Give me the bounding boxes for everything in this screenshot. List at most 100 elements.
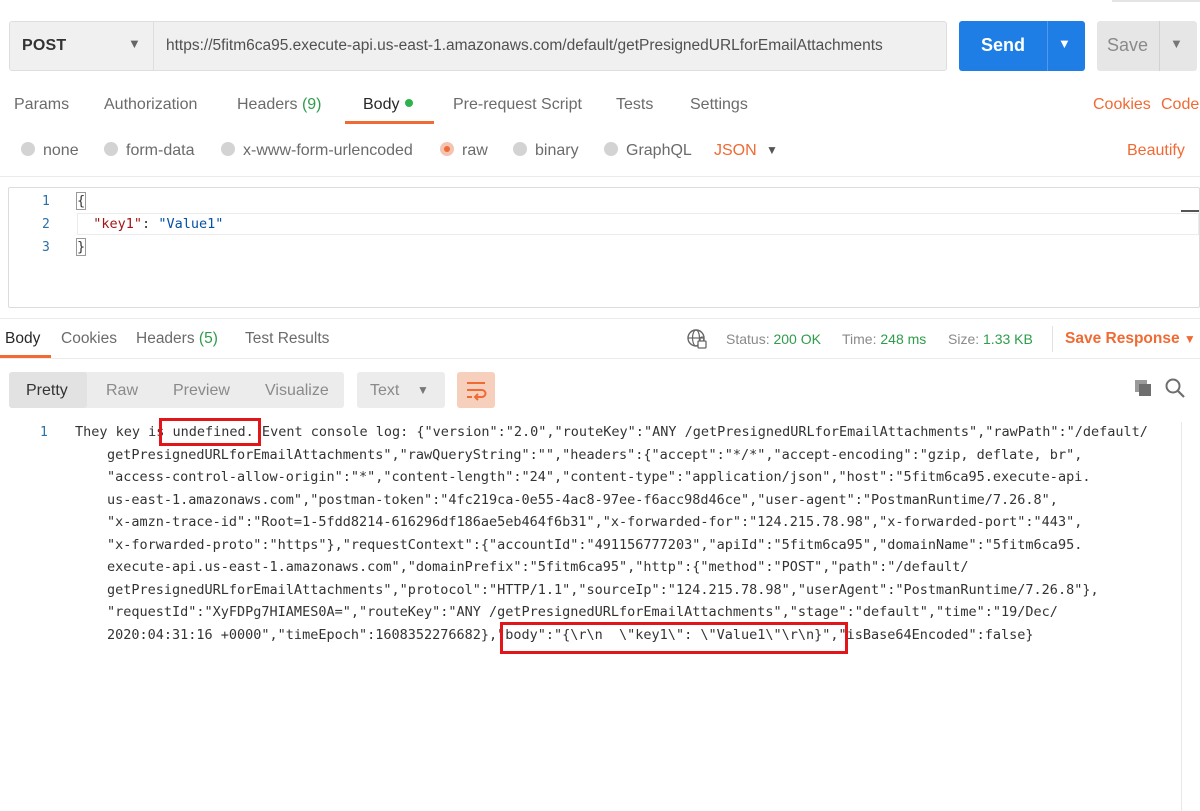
response-view-toggle: Pretty Raw Preview Visualize bbox=[9, 372, 344, 408]
radio-none[interactable]: none bbox=[21, 142, 79, 160]
search-icon[interactable] bbox=[1164, 377, 1186, 399]
tab-headers-label: Headers bbox=[237, 96, 298, 113]
method-select[interactable]: POST ▼ bbox=[10, 22, 154, 70]
radio-form-data-icon bbox=[104, 142, 118, 156]
request-body-editor[interactable]: 1 2 3 { "key1": "Value1" } bbox=[8, 187, 1200, 308]
active-tab-underline bbox=[345, 121, 434, 124]
response-text-line: execute-api.us-east-1.amazonaws.com","do… bbox=[107, 559, 969, 575]
save-response-button[interactable]: Save Response ▼ bbox=[1065, 330, 1196, 348]
time-readout: Time: 248 ms bbox=[842, 331, 926, 347]
response-text-line: getPresignedURLforEmailAttachments","pro… bbox=[107, 582, 1099, 598]
response-tab-headers-count: (5) bbox=[198, 330, 218, 347]
radio-urlencoded[interactable]: x-www-form-urlencoded bbox=[221, 142, 413, 160]
radio-binary-label: binary bbox=[535, 142, 579, 159]
tab-authorization[interactable]: Authorization bbox=[104, 96, 197, 114]
response-text-line: "requestId":"XyFDPg7HIAMES0A=","routeKey… bbox=[107, 604, 1058, 620]
radio-graphql-icon bbox=[604, 142, 618, 156]
copy-icon[interactable] bbox=[1133, 378, 1153, 398]
matched-brace: } bbox=[75, 238, 87, 256]
status-readout: Status: 200 OK bbox=[726, 331, 821, 347]
line-number: 3 bbox=[42, 240, 50, 255]
chevron-down-icon: ▼ bbox=[417, 383, 429, 397]
chevron-down-icon[interactable]: ▼ bbox=[766, 143, 778, 157]
radio-form-data[interactable]: form-data bbox=[104, 142, 194, 160]
divider bbox=[0, 318, 1200, 319]
beautify-link[interactable]: Beautify bbox=[1127, 142, 1185, 160]
code-link[interactable]: Code bbox=[1161, 96, 1199, 114]
tab-body[interactable]: Body bbox=[363, 96, 414, 114]
body-modified-dot-icon bbox=[405, 99, 414, 107]
tab-tests[interactable]: Tests bbox=[616, 96, 653, 114]
tab-settings[interactable]: Settings bbox=[690, 96, 748, 114]
size-value: 1.33 KB bbox=[983, 331, 1033, 347]
radio-binary-icon bbox=[513, 142, 527, 156]
status-value: 200 OK bbox=[773, 331, 821, 347]
send-button[interactable]: Send ▼ bbox=[959, 21, 1085, 71]
response-text-line: getPresignedURLforEmailAttachments","raw… bbox=[107, 447, 1083, 463]
radio-none-label: none bbox=[43, 142, 79, 159]
tab-params[interactable]: Params bbox=[14, 96, 69, 114]
code-line-3: } bbox=[75, 238, 87, 256]
annotation-highlight-undefined bbox=[159, 418, 261, 446]
time-value: 248 ms bbox=[880, 331, 927, 347]
tab-headers-count: (9) bbox=[301, 96, 322, 113]
line-number: 1 bbox=[40, 425, 48, 440]
cookies-link[interactable]: Cookies bbox=[1093, 96, 1151, 114]
divider bbox=[1052, 326, 1053, 352]
request-url-bar: POST ▼ https://5fitm6ca95.execute-api.us… bbox=[9, 21, 947, 71]
response-tab-body[interactable]: Body bbox=[5, 330, 40, 348]
save-button[interactable]: Save ▼ bbox=[1097, 21, 1197, 71]
method-label: POST bbox=[22, 37, 67, 54]
response-format-select[interactable]: Text ▼ bbox=[357, 372, 445, 408]
response-tab-cookies[interactable]: Cookies bbox=[61, 330, 117, 348]
save-response-label: Save Response bbox=[1065, 330, 1180, 347]
code-line-2: "key1": "Value1" bbox=[77, 216, 223, 232]
annotation-highlight-body bbox=[500, 622, 848, 654]
radio-urlencoded-label: x-www-form-urlencoded bbox=[243, 142, 413, 159]
send-dropdown-chevron-icon[interactable]: ▼ bbox=[1058, 36, 1071, 51]
radio-raw-label: raw bbox=[462, 142, 488, 159]
tab-body-label: Body bbox=[363, 96, 400, 113]
save-dropdown-chevron-icon[interactable]: ▼ bbox=[1170, 36, 1183, 51]
editor-scroll-marker bbox=[1181, 210, 1199, 212]
response-tab-headers-label: Headers bbox=[136, 330, 195, 347]
save-divider bbox=[1159, 21, 1160, 71]
radio-raw[interactable]: raw bbox=[440, 142, 488, 160]
matched-brace: { bbox=[75, 192, 87, 210]
body-format-select[interactable]: JSON bbox=[714, 142, 757, 160]
response-tab-test-results[interactable]: Test Results bbox=[245, 330, 329, 348]
response-scrollbar[interactable] bbox=[1181, 422, 1200, 811]
status-label: Status: bbox=[726, 331, 770, 347]
radio-raw-selected-icon bbox=[440, 142, 454, 156]
send-label: Send bbox=[981, 35, 1026, 55]
radio-binary[interactable]: binary bbox=[513, 142, 579, 160]
view-pretty-button[interactable]: Pretty bbox=[26, 382, 68, 400]
response-text-line: "x-amzn-trace-id":"Root=1-5fdd8214-61629… bbox=[107, 514, 1083, 530]
divider bbox=[0, 176, 1200, 177]
chevron-down-icon: ▼ bbox=[128, 36, 141, 51]
view-raw-button[interactable]: Raw bbox=[106, 382, 138, 400]
radio-urlencoded-icon bbox=[221, 142, 235, 156]
view-visualize-button[interactable]: Visualize bbox=[265, 382, 329, 400]
globe-lock-icon[interactable] bbox=[686, 328, 708, 350]
radio-graphql[interactable]: GraphQL bbox=[604, 142, 692, 160]
tab-headers[interactable]: Headers (9) bbox=[237, 96, 322, 114]
send-divider bbox=[1047, 21, 1048, 71]
url-input[interactable]: https://5fitm6ca95.execute-api.us-east-1… bbox=[166, 37, 883, 55]
response-format-label: Text bbox=[370, 382, 400, 399]
size-readout: Size: 1.33 KB bbox=[948, 331, 1033, 347]
size-label: Size: bbox=[948, 331, 980, 347]
divider bbox=[0, 358, 1200, 359]
radio-form-data-label: form-data bbox=[126, 142, 195, 159]
response-text-line: "x-forwarded-proto":"https"},"requestCon… bbox=[107, 537, 1083, 553]
radio-graphql-label: GraphQL bbox=[626, 142, 692, 159]
response-tab-headers[interactable]: Headers (5) bbox=[136, 330, 218, 348]
response-text-line: "access-control-allow-origin":"*","conte… bbox=[107, 469, 1091, 485]
radio-none-icon bbox=[21, 142, 35, 156]
view-preview-button[interactable]: Preview bbox=[173, 382, 230, 400]
json-key: "key1" bbox=[93, 216, 143, 232]
save-label: Save bbox=[1107, 35, 1149, 55]
tab-prerequest-script[interactable]: Pre-request Script bbox=[453, 96, 582, 114]
top-edge-divider bbox=[1112, 0, 1200, 2]
wrap-lines-button[interactable] bbox=[457, 372, 495, 408]
